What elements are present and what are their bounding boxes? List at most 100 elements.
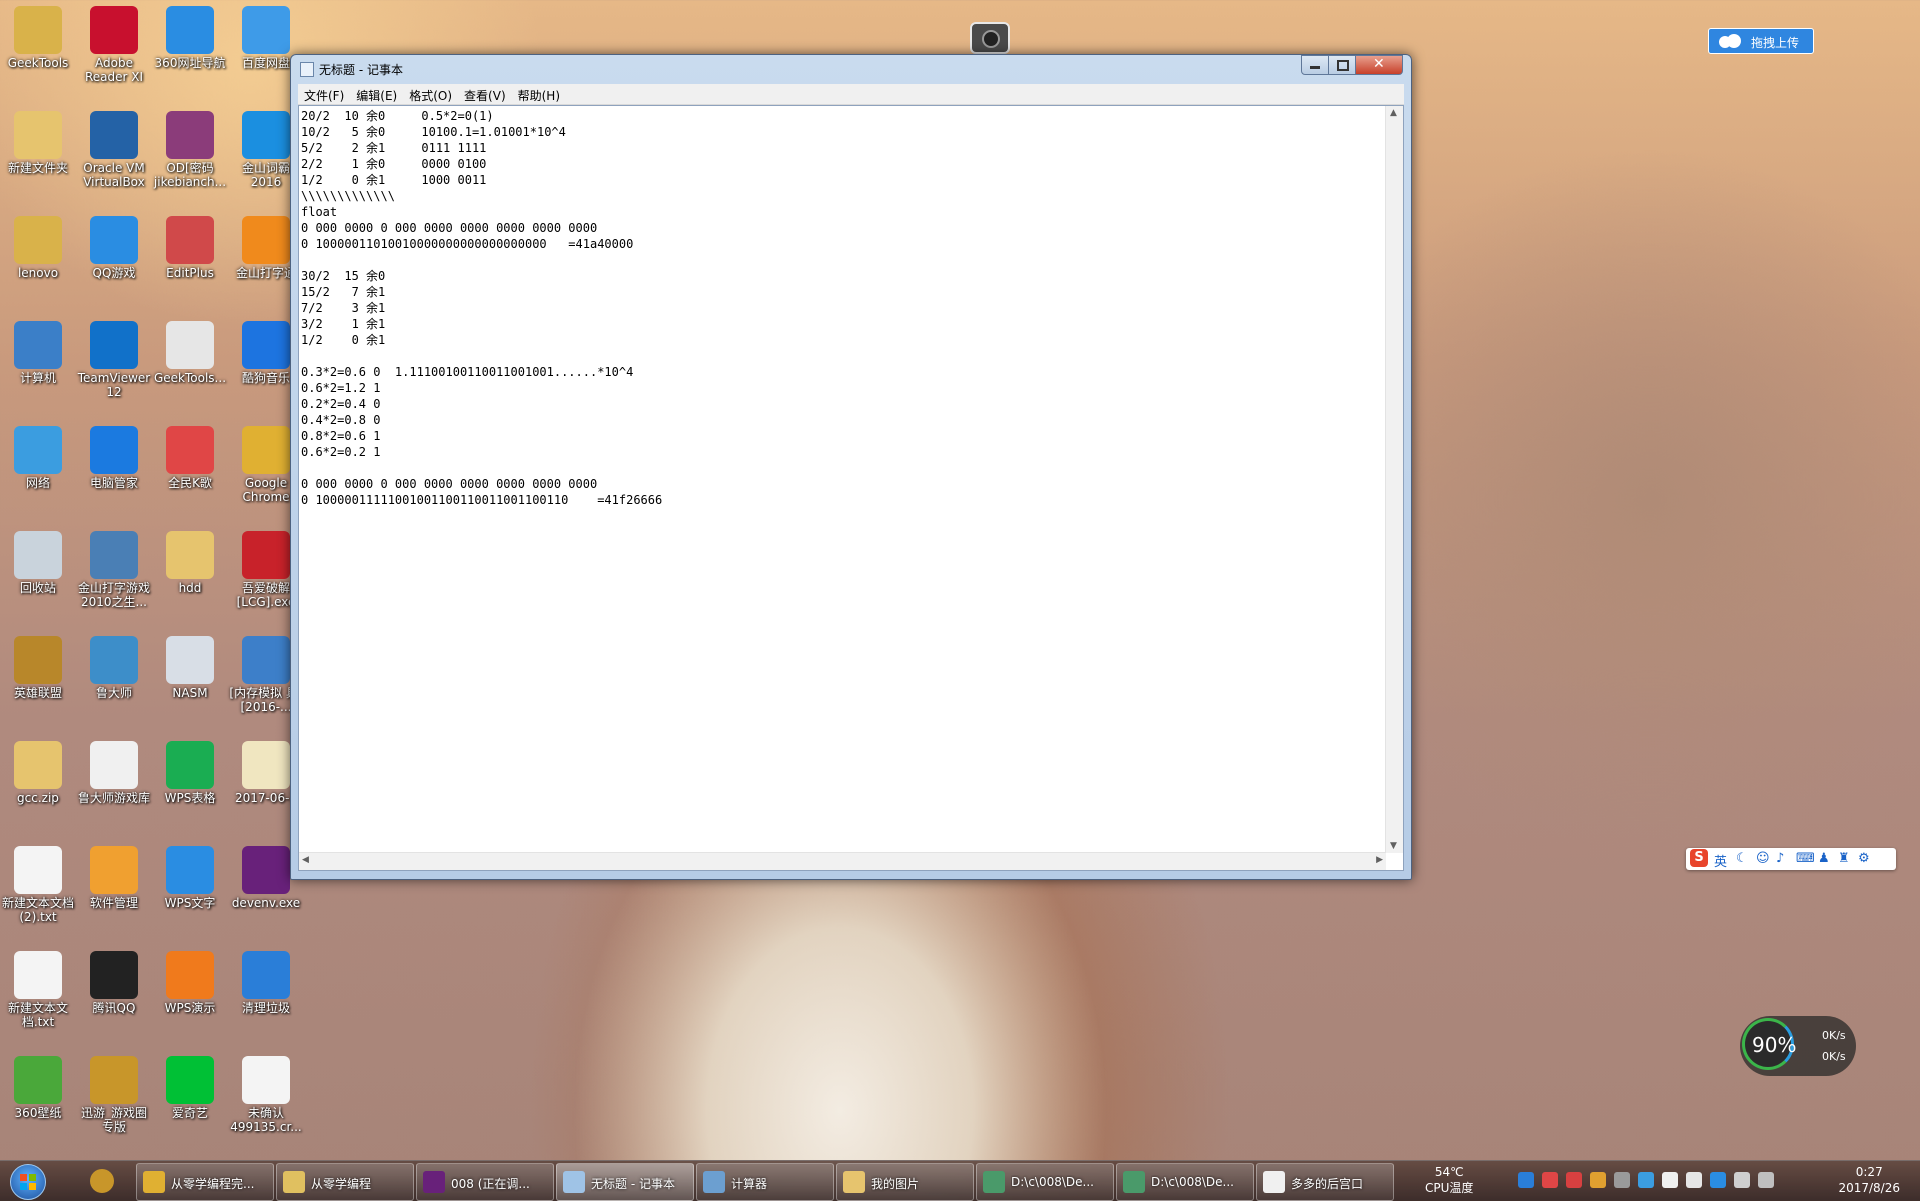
taskbar-button[interactable]: 从零学编程完... [136,1163,274,1201]
horizontal-scrollbar[interactable]: ◀ ▶ [299,852,1386,870]
text-area[interactable]: 20/2 10 余0 0.5*2=0(1) 10/2 5 余0 10100.1=… [298,105,1404,871]
taskbar-button[interactable]: 从零学编程 [276,1163,414,1201]
taskbar-button[interactable]: 多多的后宫口 [1256,1163,1394,1201]
shirt-icon[interactable]: ♜ [1838,851,1850,866]
desktop-icon[interactable]: 360网址导航 [152,6,228,70]
scroll-up-icon[interactable]: ▲ [1390,108,1397,118]
menu-view[interactable]: 查看(V) [458,84,512,107]
desktop-icon[interactable]: hdd [152,531,228,595]
close-button[interactable]: ✕ [1355,55,1403,75]
desktop-icon[interactable]: EditPlus [152,216,228,280]
desktop-icon[interactable]: 鲁大师游戏库 [76,741,152,805]
desktop-icon-label: 新建文件夹 [7,161,68,175]
cpu-temperature[interactable]: 54℃ CPU温度 [1425,1164,1473,1196]
desktop-icon[interactable]: GeekTools [0,6,76,70]
desktop-icon[interactable]: QQ游戏 [76,216,152,280]
app-icon [166,1056,214,1104]
document-text[interactable]: 20/2 10 余0 0.5*2=0(1) 10/2 5 余0 10100.1=… [301,108,1385,852]
desktop-icon[interactable]: 新建文件夹 [0,111,76,175]
baidu-upload-button[interactable]: 拖拽上传 [1708,28,1814,54]
minimize-button[interactable] [1301,55,1329,75]
desktop-icon[interactable]: TeamViewer 12 [76,321,152,399]
desktop-icon[interactable]: 爱奇艺 [152,1056,228,1120]
desktop-icon-label: GeekTools [7,56,69,70]
desktop-icon[interactable]: 迅游_游戏圈 专版 [76,1056,152,1134]
taskbar-button[interactable]: 我的图片 [836,1163,974,1201]
title-bar[interactable]: 无标题 - 记事本 ✕ [291,55,1411,81]
desktop-icon-label: 爱奇艺 [171,1106,208,1120]
qq-icon[interactable] [1710,1172,1726,1188]
desktop-icon[interactable]: 回收站 [0,531,76,595]
desktop-icon[interactable]: 360壁纸 [0,1056,76,1120]
desktop-icon[interactable]: 英雄联盟 [0,636,76,700]
desktop-icon[interactable]: 金山打字游戏 2010之生... [76,531,152,609]
desktop-icon[interactable]: WPS文字 [152,846,228,910]
menu-format[interactable]: 格式(O) [403,84,458,107]
taskbar-app-icon [983,1171,1005,1193]
menu-edit[interactable]: 编辑(E) [350,84,403,107]
desktop-icon[interactable]: Oracle VM VirtualBox [76,111,152,189]
taskbar-button[interactable]: D:\c\008\De... [1116,1163,1254,1201]
desktop-icon[interactable]: 腾讯QQ [76,951,152,1015]
desktop-icon[interactable]: GeekTools... [152,321,228,385]
taskbar-app-icon [843,1171,865,1193]
desktop-icon[interactable]: OD[密码 jikebianch... [152,111,228,189]
desktop-icon[interactable]: Adobe Reader XI [76,6,152,84]
settings-icon[interactable]: ⚙ [1858,851,1870,866]
scroll-left-icon[interactable]: ◀ [302,855,309,865]
menu-help[interactable]: 帮助(H) [512,84,566,107]
scroll-right-icon[interactable]: ▶ [1376,855,1383,865]
app-icon [166,531,214,579]
desktop-icon[interactable]: NASM [152,636,228,700]
screen-icon[interactable] [1638,1172,1654,1188]
user-icon[interactable]: ♟ [1818,851,1830,866]
mic-icon[interactable]: ♪ [1776,851,1784,866]
network-meter[interactable]: 90% 0K/s 0K/s [1740,1016,1856,1076]
desktop-icon[interactable]: 新建文本文 档.txt [0,951,76,1029]
ime-language[interactable]: 英 [1714,851,1727,870]
taskbar-button[interactable]: 计算器 [696,1163,834,1201]
ime-toolbar[interactable]: S 英 ☾ ☺ ♪ ⌨ ♟ ♜ ⚙ [1686,848,1896,870]
desktop-icon[interactable]: 未确认 499135.cr... [228,1056,304,1134]
taskbar-button[interactable]: D:\c\008\De... [976,1163,1114,1201]
desktop-icon[interactable]: 新建文本文档 (2).txt [0,846,76,924]
desktop-icon[interactable]: WPS演示 [152,951,228,1015]
desktop-icon[interactable]: lenovo [0,216,76,280]
desktop-icon[interactable]: 软件管理 [76,846,152,910]
desktop-icon[interactable]: WPS表格 [152,741,228,805]
desktop-icon[interactable]: 清理垃圾 [228,951,304,1015]
desktop-icon[interactable]: 计算机 [0,321,76,385]
maximize-button[interactable] [1328,55,1356,75]
desktop-icon-label: 腾讯QQ [92,1001,136,1015]
battery-icon[interactable] [1758,1172,1774,1188]
keyboard-icon[interactable]: ⌨ [1796,851,1815,866]
desktop-icon[interactable]: 鲁大师 [76,636,152,700]
desktop-icon-label: 未确认 499135.cr... [230,1106,302,1134]
shield-icon[interactable] [1518,1172,1534,1188]
camera-widget[interactable] [970,22,1010,54]
flag-icon[interactable] [1566,1172,1582,1188]
sogou-logo-icon[interactable]: S [1690,849,1708,867]
action-center-icon[interactable] [1662,1172,1678,1188]
person-icon[interactable] [1590,1172,1606,1188]
clock[interactable]: 0:27 2017/8/26 [1838,1164,1900,1196]
menu-file[interactable]: 文件(F) [298,84,350,107]
usb-icon[interactable] [1614,1172,1630,1188]
desktop-icon[interactable]: 电脑管家 [76,426,152,490]
desktop-icon[interactable]: 网络 [0,426,76,490]
volume-icon[interactable] [1686,1172,1702,1188]
network-icon[interactable] [1734,1172,1750,1188]
moon-icon[interactable]: ☾ [1736,851,1748,866]
notepad-window[interactable]: 无标题 - 记事本 ✕ 文件(F) 编辑(E) 格式(O) 查看(V) 帮助(H) 20… [290,54,1412,880]
start-button[interactable] [2,1161,52,1201]
app-icon [14,531,62,579]
scroll-down-icon[interactable]: ▼ [1390,841,1397,851]
pinned-app-button[interactable] [82,1165,122,1197]
desktop-icon[interactable]: 全民K歌 [152,426,228,490]
desktop-icon[interactable]: gcc.zip [0,741,76,805]
smile-icon[interactable]: ☺ [1756,851,1770,866]
tray-app-icon[interactable] [1542,1172,1558,1188]
taskbar-button[interactable]: 无标题 - 记事本 [556,1163,694,1201]
taskbar-button[interactable]: 008 (正在调... [416,1163,554,1201]
vertical-scrollbar[interactable]: ▲ ▼ [1385,106,1403,853]
